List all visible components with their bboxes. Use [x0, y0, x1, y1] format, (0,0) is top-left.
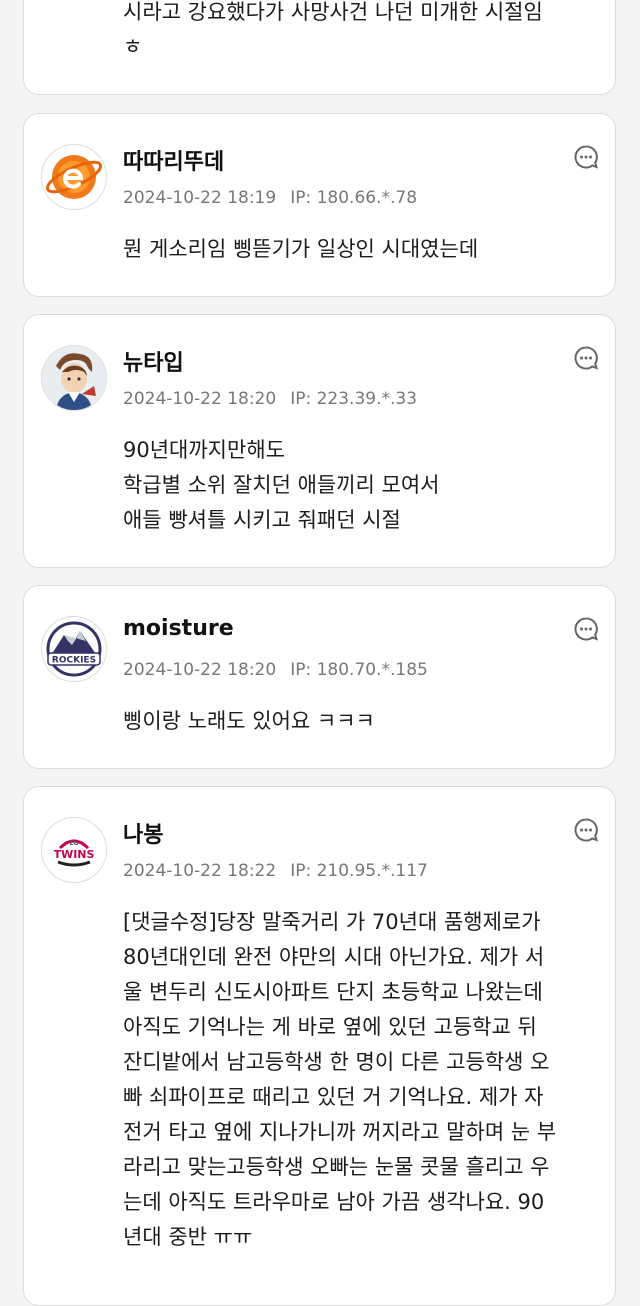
- comment-line: 라리고 맞는고등학생 오빠는 눈물 콧물 흘리고 우: [123, 1155, 550, 1179]
- comment-line: 전거 타고 옆에 지나가니까 꺼지라고 말하며 눈 부: [123, 1120, 557, 1144]
- comment-author[interactable]: moisture: [123, 616, 234, 641]
- reply-icon[interactable]: [573, 144, 599, 170]
- comment-line: 아직도 기억나는 게 바로 옆에 있던 고등학교 뒤: [123, 1015, 537, 1039]
- comment-line: [댓글수정]당장 말죽거리 가 70년대 품행제로가: [123, 910, 541, 934]
- comment-line: 울 변두리 신도시아파트 단지 초등학교 나왔는데: [123, 980, 543, 1004]
- comment-date: 2024-10-22 18:22: [123, 861, 277, 881]
- rockies-logo-icon[interactable]: ROCKIES: [41, 616, 107, 682]
- comment-meta: 2024-10-22 18:19 IP: 180.66.*.78: [123, 188, 417, 208]
- comment-body: 시라고 강요했다가 사망사건 나던 미개한 시절임 ㅎ: [123, 0, 595, 65]
- lg-logo-text: LG: [70, 840, 79, 847]
- comment-date: 2024-10-22 18:20: [123, 389, 277, 409]
- comment-line: 80년대인데 완전 야만의 시대 아닌가요. 제가 서: [123, 945, 545, 969]
- comment-card: LG TWINS 나봉 2024-10-22 18:22 IP: 210.95.*…: [23, 786, 616, 1306]
- comment-line: 애들 빵셔틀 시키고 줘패던 시절: [123, 508, 401, 532]
- comment-line: 년대 중반 ㅠㅠ: [123, 1225, 253, 1249]
- comment-ip: IP: 180.70.*.185: [290, 660, 428, 680]
- rockies-logo-text: ROCKIES: [52, 656, 96, 666]
- comment-meta: 2024-10-22 18:22 IP: 210.95.*.117: [123, 861, 428, 881]
- reply-icon[interactable]: [573, 616, 599, 642]
- comment-ip: IP: 210.95.*.117: [290, 861, 428, 881]
- comment-body: 뭔 게소리임 삥뜯기가 일상인 시대였는데: [123, 232, 595, 267]
- comment-body: 삥이랑 노래도 있어요 ㅋㅋㅋ: [123, 704, 595, 739]
- comment-line: 빠 쇠파이프로 때리고 있던 거 기억나요. 제가 자: [123, 1085, 544, 1109]
- comment-ip: IP: 180.66.*.78: [290, 188, 418, 208]
- comment-author[interactable]: 나봉: [123, 817, 163, 849]
- comment-body: 90년대까지만해도 학급별 소위 잘치던 애들끼리 모여서 애들 빵셔틀 시키고…: [123, 433, 595, 538]
- comment-ip: IP: 223.39.*.33: [290, 389, 418, 409]
- reply-icon[interactable]: [573, 345, 599, 371]
- comment-line: ㅎ: [123, 35, 143, 59]
- comment-card: 따따리뚜데 2024-10-22 18:19 IP: 180.66.*.78 뭔 …: [23, 113, 616, 297]
- comment-author[interactable]: 뉴타입: [123, 345, 184, 377]
- comment-meta: 2024-10-22 18:20 IP: 180.70.*.185: [123, 660, 428, 680]
- comment-line: 삥이랑 노래도 있어요 ㅋㅋㅋ: [123, 709, 375, 733]
- comment-card: ROCKIES moisture 2024-10-22 18:20 IP: 180…: [23, 585, 616, 769]
- comment-date: 2024-10-22 18:20: [123, 660, 277, 680]
- comment-card: 시라고 강요했다가 사망사건 나던 미개한 시절임 ㅎ: [23, 0, 616, 95]
- comment-line: 뭔 게소리임 삥뜯기가 일상인 시대였는데: [123, 237, 479, 261]
- anime-character-avatar-icon[interactable]: [41, 345, 107, 411]
- comment-line: 학급별 소위 잘치던 애들끼리 모여서: [123, 473, 440, 497]
- comment-author[interactable]: 따따리뚜데: [123, 144, 224, 176]
- reply-icon[interactable]: [573, 817, 599, 843]
- comment-line: 시라고 강요했다가 사망사건 나던 미개한 시절임: [123, 0, 543, 24]
- comment-line: 90년대까지만해도: [123, 438, 285, 462]
- lg-twins-logo-icon[interactable]: LG TWINS: [41, 817, 107, 883]
- orange-e-logo-icon[interactable]: [41, 144, 107, 210]
- comment-meta: 2024-10-22 18:20 IP: 223.39.*.33: [123, 389, 417, 409]
- comment-line: 는데 아직도 트라우마로 남아 가끔 생각나요. 90: [123, 1190, 545, 1214]
- comment-card: 뉴타입 2024-10-22 18:20 IP: 223.39.*.33 90년대…: [23, 314, 616, 568]
- comment-line: 잔디밭에서 남고등학생 한 명이 다른 고등학생 오: [123, 1050, 550, 1074]
- twins-logo-text: TWINS: [54, 848, 95, 861]
- comment-body: [댓글수정]당장 말죽거리 가 70년대 품행제로가 80년대인데 완전 야만의…: [123, 905, 595, 1255]
- comment-date: 2024-10-22 18:19: [123, 188, 277, 208]
